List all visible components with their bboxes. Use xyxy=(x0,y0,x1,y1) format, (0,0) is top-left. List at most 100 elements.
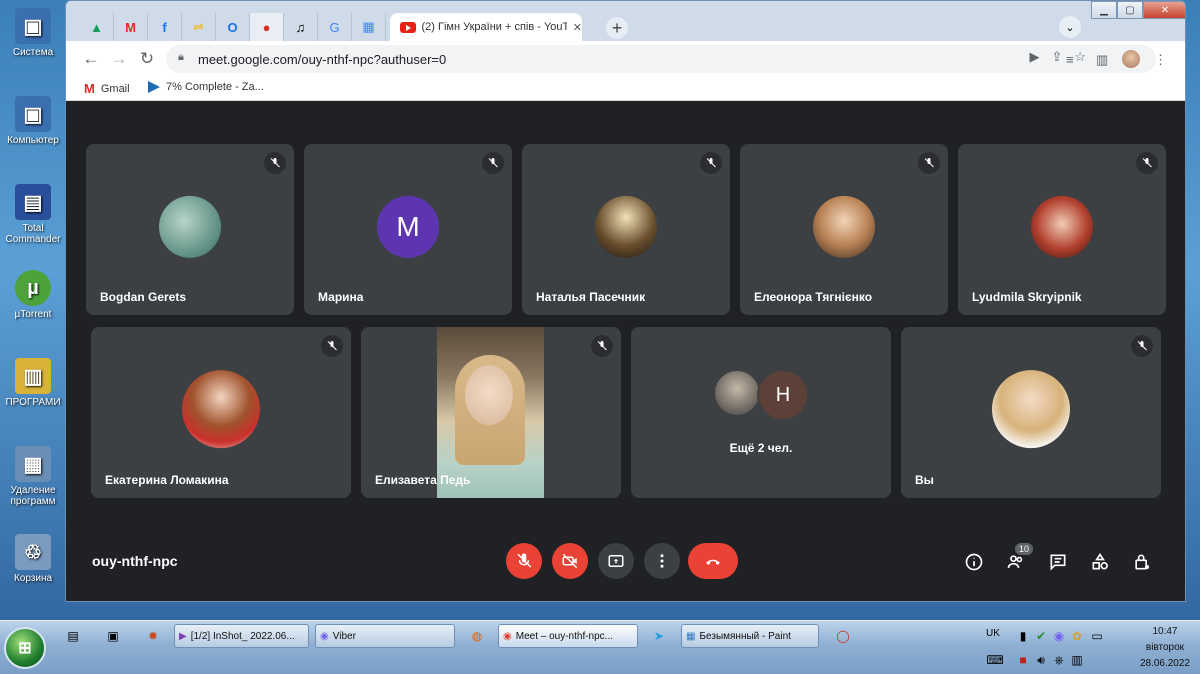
tab-meet-recording[interactable]: ● xyxy=(250,13,284,41)
opera-icon[interactable]: ◯ xyxy=(834,627,852,645)
mic-off-icon xyxy=(482,152,504,174)
taskbar-item-viber[interactable]: ◉ Viber xyxy=(315,624,455,648)
menu-kebab-icon[interactable]: ⋮ xyxy=(1154,52,1167,68)
tab-title: (2) Гімн України + спів - YouTub xyxy=(421,21,567,33)
tab-search-button[interactable]: ⌄ xyxy=(1059,16,1081,38)
clock[interactable]: 10:47 вівторок 28.06.2022 xyxy=(1140,624,1190,672)
desktop-icon-recycle-bin[interactable]: ♲ Корзина xyxy=(2,534,64,584)
back-button[interactable]: ← xyxy=(80,48,102,70)
desktop-icon-programs[interactable]: ▥ ПРОГРАМИ xyxy=(2,358,64,408)
minimize-button[interactable]: ▁ xyxy=(1091,1,1117,19)
activities-button[interactable] xyxy=(1089,551,1111,573)
keyboard-icon[interactable]: ⌨ xyxy=(986,651,1004,669)
camera-toggle-button[interactable] xyxy=(552,543,588,579)
tab-calendar[interactable]: ▦ xyxy=(352,13,386,41)
desktop-icon-computer[interactable]: ▣ Компьютер xyxy=(2,96,64,146)
bookmark-complete[interactable]: 7% Complete - Za... xyxy=(148,81,264,93)
participant-tile[interactable]: Елеонора Тягнієнко xyxy=(740,144,948,315)
participant-name: Наталья Пасечник xyxy=(536,290,646,304)
mic-toggle-button[interactable] xyxy=(506,543,542,579)
avatar-letter: M xyxy=(396,210,420,242)
tray-app-icon[interactable]: ✿ xyxy=(1068,627,1086,645)
meeting-details-button[interactable] xyxy=(963,551,985,573)
media-icon[interactable]: ≡ xyxy=(1066,52,1074,67)
reload-button[interactable]: ↻ xyxy=(136,48,158,70)
check-icon[interactable]: ✔ xyxy=(1032,627,1050,645)
avatar: H xyxy=(757,369,809,421)
taskbar: ⊞ ▤ ▣ ✹ ▶ [1/2] InShot_ 2022.06... ◉ Vib… xyxy=(0,620,1200,674)
desktop-icon-label: Система xyxy=(12,47,54,58)
host-controls-button[interactable] xyxy=(1131,551,1153,573)
firefox-icon[interactable]: ◍ xyxy=(468,627,486,645)
taskbar-item-label: Viber xyxy=(332,630,356,642)
monitor-icon[interactable]: ▭ xyxy=(1088,627,1106,645)
tab-gmail[interactable]: M xyxy=(114,13,148,41)
more-options-button[interactable] xyxy=(644,543,680,579)
tab-outlook[interactable]: O xyxy=(216,13,250,41)
mic-off-icon xyxy=(264,152,286,174)
quick-launch-app-icon[interactable]: ✹ xyxy=(144,627,162,645)
avatar xyxy=(182,369,260,448)
share-icon[interactable]: ⇪ xyxy=(1051,49,1062,65)
tab-strip: ▲ M f ⇌ O ● ♫ G ▦ (2) Гімн України + спі… xyxy=(66,1,1185,41)
camera-icon[interactable]: ▶ xyxy=(1029,49,1039,65)
chat-button[interactable] xyxy=(1047,551,1069,573)
desktop-icon-total-commander[interactable]: ▤ Total Commander xyxy=(2,184,64,245)
tab-youtube[interactable]: (2) Гімн України + спів - YouTub ✕ xyxy=(390,13,582,41)
reload-icon: ↻ xyxy=(139,49,155,68)
address-bar[interactable]: 🔒︎ meet.google.com/ouy-nthf-npc?authuser… xyxy=(166,45,1156,73)
present-button[interactable] xyxy=(598,543,634,579)
bookmark-label: 7% Complete - Za... xyxy=(166,81,264,93)
network-icon[interactable]: ▥ xyxy=(1068,651,1086,669)
more-participants-tile[interactable]: H Ещё 2 чел. xyxy=(631,327,891,498)
browser-toolbar: ← → ↻ 🔒︎ meet.google.com/ouy-nthf-npc?au… xyxy=(66,41,1185,77)
participant-tile[interactable]: Lyudmila Skryipnik xyxy=(958,144,1166,315)
star-icon[interactable]: ☆ xyxy=(1074,49,1086,65)
meeting-code: ouy-nthf-npc xyxy=(92,553,178,569)
signal-icon[interactable]: ▮ xyxy=(1014,627,1032,645)
self-tile[interactable]: Вы xyxy=(901,327,1161,498)
desktop-icon-uninstall[interactable]: ▦ Удаление программ xyxy=(2,446,64,507)
telegram-icon[interactable]: ➤ xyxy=(650,627,668,645)
participant-name: Елеонора Тягнієнко xyxy=(754,290,873,304)
usb-icon[interactable]: ⎈ xyxy=(1050,651,1068,669)
tab-facebook[interactable]: f xyxy=(148,13,182,41)
participant-tile[interactable]: Наталья Пасечник xyxy=(522,144,730,315)
taskbar-item-inshot[interactable]: ▶ [1/2] InShot_ 2022.06... xyxy=(174,624,309,648)
desktop-icon-system[interactable]: ▣ Система xyxy=(2,8,64,58)
tab-music[interactable]: ♫ xyxy=(284,13,318,41)
taskbar-item-chrome-meet[interactable]: ◉ Meet – ouy-nthf-npc... xyxy=(498,624,638,648)
language-indicator[interactable]: UK xyxy=(986,628,1000,639)
volume-icon[interactable]: 🔊︎ xyxy=(1032,651,1050,669)
tab-app[interactable]: ⇌ xyxy=(182,13,216,41)
tab-translate[interactable]: G xyxy=(318,13,352,41)
quick-launch-save-icon[interactable]: ▣ xyxy=(104,627,122,645)
viber-tray-icon[interactable]: ◉ xyxy=(1050,627,1068,645)
side-panel-icon[interactable]: ▥ xyxy=(1096,52,1108,68)
gmail-icon: M xyxy=(125,19,136,35)
bookmark-gmail[interactable]: M Gmail xyxy=(84,81,130,96)
window-close-button[interactable]: ✕ xyxy=(1143,1,1185,19)
antivirus-icon[interactable]: ■ xyxy=(1014,651,1032,669)
url-text: meet.google.com/ouy-nthf-npc?authuser=0 xyxy=(198,51,447,67)
people-button[interactable]: 10 xyxy=(1005,543,1033,573)
avatar xyxy=(813,195,875,258)
start-button[interactable]: ⊞ xyxy=(4,627,46,669)
forward-button[interactable]: → xyxy=(108,48,130,70)
participant-tile[interactable]: Bogdan Gerets xyxy=(86,144,294,315)
participant-tile[interactable]: Елизавета Педь xyxy=(361,327,621,498)
new-tab-button[interactable]: + xyxy=(606,17,628,39)
bookmark-label: Gmail xyxy=(100,82,130,95)
tab-drive[interactable]: ▲ xyxy=(80,13,114,41)
participant-tile[interactable]: Екатерина Ломакина xyxy=(91,327,351,498)
participant-tile[interactable]: M Марина xyxy=(304,144,512,315)
close-icon[interactable]: ✕ xyxy=(573,21,582,34)
taskbar-item-paint[interactable]: ▦ Безымянный - Paint xyxy=(681,624,819,648)
plus-icon: + xyxy=(611,17,623,38)
leave-call-button[interactable] xyxy=(688,543,738,579)
clock-day: вівторок xyxy=(1145,642,1185,653)
maximize-button[interactable]: ▢ xyxy=(1117,1,1143,19)
desktop-icon-utorrent[interactable]: µ µTorrent xyxy=(2,270,64,320)
avatar[interactable] xyxy=(1122,50,1140,68)
quick-launch-doc-icon[interactable]: ▤ xyxy=(64,627,82,645)
